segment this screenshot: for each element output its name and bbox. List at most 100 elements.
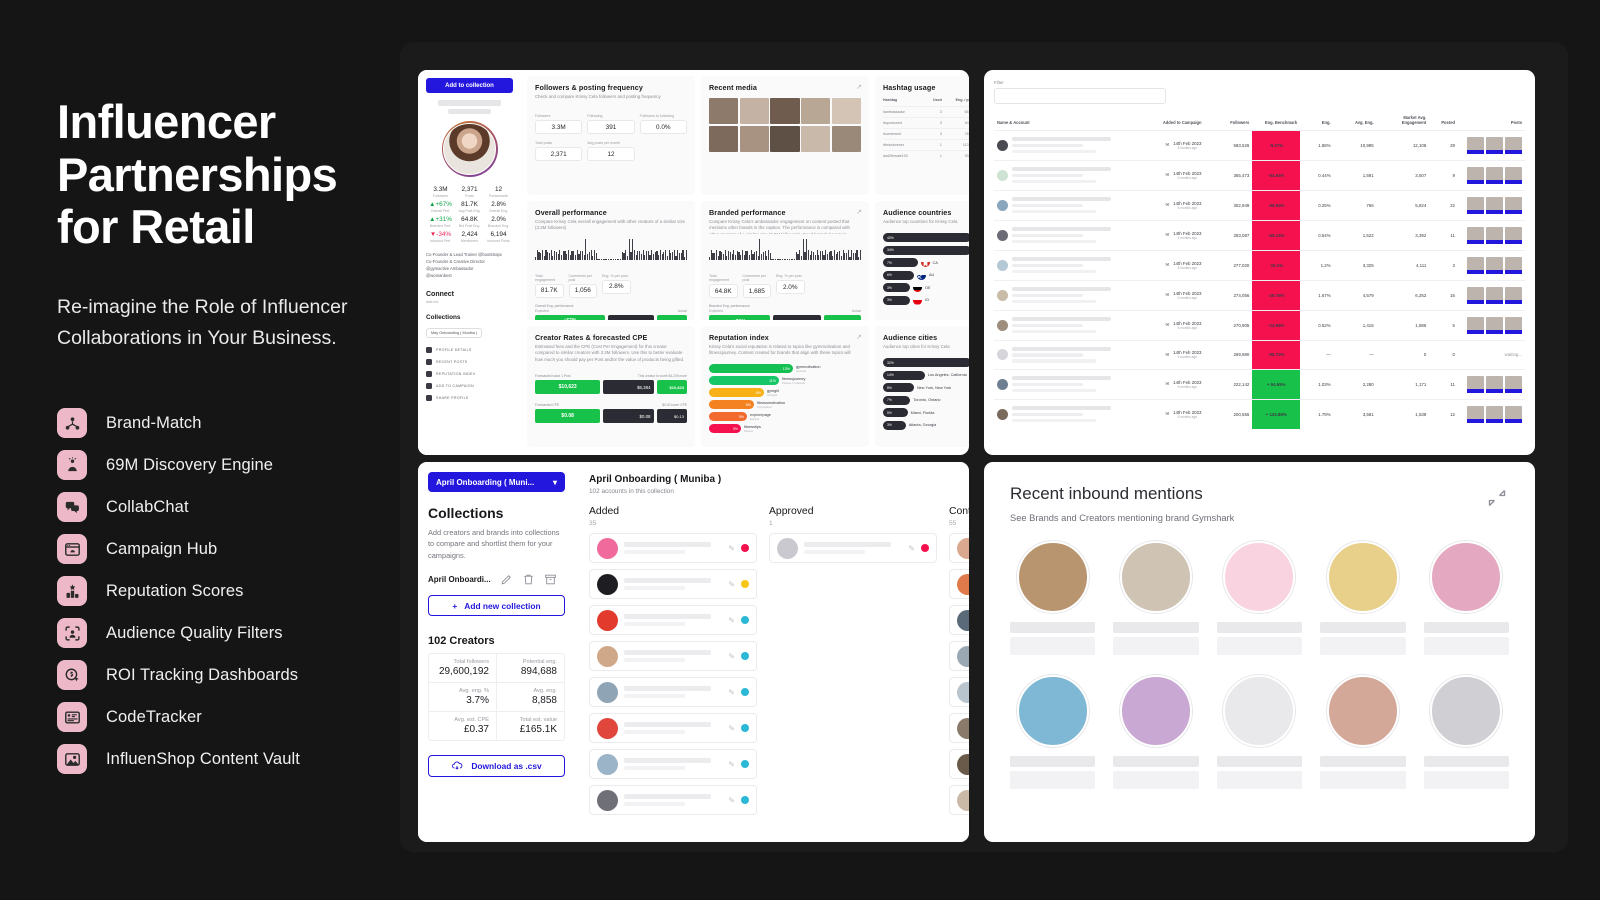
mail-icon[interactable]: ✉: [1165, 411, 1169, 417]
mail-icon[interactable]: ✉: [1165, 352, 1169, 358]
add-to-collection-button[interactable]: Add to collection: [426, 78, 513, 93]
pencil-icon[interactable]: ✎: [908, 544, 915, 553]
posts-cell[interactable]: [1457, 189, 1525, 221]
table-row[interactable]: ✉ 14th Feb 2023 6 months ago 583,526 -9.27% 1…: [994, 129, 1525, 161]
mail-icon[interactable]: ✉: [1165, 202, 1169, 208]
table-row[interactable]: ✉ 14th Feb 2023 6 months ago 283,087 -55.14%…: [994, 219, 1525, 251]
list-item[interactable]: ✎: [589, 605, 757, 635]
table-col-header[interactable]: Followers: [1205, 115, 1253, 131]
list-item[interactable]: ✎: [589, 641, 757, 671]
list-item[interactable]: ✎: [949, 677, 969, 707]
profile-menu-item[interactable]: ADD TO CAMPAIGN: [426, 382, 513, 389]
mention-item[interactable]: [1216, 541, 1303, 655]
table-col-header[interactable]: Name & Account: [994, 115, 1142, 131]
profile-menu-item[interactable]: SHARE PROFILE: [426, 394, 513, 401]
table-row[interactable]: #brandowner1113.4K: [883, 139, 969, 151]
table-col-header[interactable]: Posted: [1429, 115, 1458, 131]
name-account-cell[interactable]: [994, 249, 1143, 281]
media-thumbnail[interactable]: [801, 98, 831, 124]
mail-icon[interactable]: ✉: [1165, 142, 1169, 148]
avatar[interactable]: [1326, 675, 1399, 747]
list-item[interactable]: ✎: [589, 749, 757, 779]
feature-item-roi-tracking-dashboards[interactable]: ROI Tracking Dashboards: [57, 654, 397, 696]
mail-icon[interactable]: ✉: [1165, 381, 1169, 387]
avatar[interactable]: [1223, 675, 1296, 747]
avatar[interactable]: [1016, 675, 1089, 747]
media-thumbnail[interactable]: [770, 125, 800, 152]
table-row[interactable]: ✉ 14th Feb 2023 6 months ago 200,555 + 132.8…: [994, 398, 1525, 429]
table-row[interactable]: #sponsored340.1K: [883, 117, 969, 129]
list-item[interactable]: ✎: [949, 533, 969, 563]
avatar[interactable]: [1223, 541, 1296, 613]
mention-item[interactable]: [1423, 541, 1509, 655]
trash-icon[interactable]: [522, 573, 535, 586]
media-thumbnail[interactable]: [739, 125, 769, 152]
media-thumbnail[interactable]: [709, 98, 739, 124]
list-item[interactable]: ✎: [949, 569, 969, 599]
pencil-icon[interactable]: ✎: [728, 580, 735, 589]
name-account-cell[interactable]: [994, 309, 1143, 341]
mention-item[interactable]: [1423, 675, 1509, 789]
list-item[interactable]: ✎: [949, 605, 969, 635]
add-new-collection-button[interactable]: + Add new collection: [428, 595, 565, 617]
table-col-header[interactable]: Eng. Benchmark: [1252, 115, 1300, 131]
pencil-icon[interactable]: ✎: [728, 616, 735, 625]
table-col-header[interactable]: Avg. Eng.: [1334, 115, 1377, 131]
expand-icon[interactable]: ↗: [856, 83, 862, 91]
list-item[interactable]: ✎: [589, 785, 757, 815]
name-account-cell[interactable]: [994, 219, 1143, 251]
table-row[interactable]: ✉ 14th Feb 2023 6 months ago 302,949 -86.84%…: [994, 189, 1525, 221]
table-row[interactable]: ✉ 14th Feb 2023 6 months ago 365,473 -54.64%…: [994, 159, 1525, 191]
list-item[interactable]: ✎: [589, 533, 757, 563]
archive-icon[interactable]: [544, 573, 557, 586]
name-account-cell[interactable]: [994, 129, 1143, 161]
list-item[interactable]: ✎: [949, 641, 969, 671]
posts-cell[interactable]: [1457, 368, 1525, 399]
posts-cell[interactable]: [1457, 309, 1525, 341]
pencil-icon[interactable]: ✎: [728, 544, 735, 553]
expand-icon[interactable]: [1487, 488, 1507, 508]
mention-item[interactable]: [1216, 675, 1303, 789]
profile-menu-item[interactable]: RECENT POSTS: [426, 358, 513, 365]
list-item[interactable]: ✎: [949, 749, 969, 779]
feature-item-collabchat[interactable]: CollabChat: [57, 486, 397, 528]
feature-item-brand-match[interactable]: Brand-Match: [57, 402, 397, 444]
mail-icon[interactable]: ✉: [1165, 292, 1169, 298]
feature-item-reputation-scores[interactable]: Reputation Scores: [57, 570, 397, 612]
post-thumbs[interactable]: [1461, 256, 1522, 274]
posts-cell[interactable]: [1457, 129, 1525, 161]
collection-chip[interactable]: May Onboarding ( Muniba ): [426, 327, 483, 338]
table-row[interactable]: ✉ 14th Feb 2023 6 months ago 222,142 + 94.65…: [994, 368, 1525, 399]
avatar[interactable]: [1016, 541, 1089, 613]
media-thumbnail[interactable]: [709, 125, 739, 152]
media-thumbnail[interactable]: [801, 125, 831, 152]
feature-item-audience-quality-filters[interactable]: Audience Quality Filters: [57, 612, 397, 654]
media-thumbnail[interactable]: [739, 98, 769, 124]
table-row[interactable]: ✉ 14th Feb 2023 6 months ago 274,056 -26.75%…: [994, 279, 1525, 311]
mention-item[interactable]: [1320, 541, 1406, 655]
pencil-icon[interactable]: ✎: [728, 796, 735, 805]
feature-item-codetracker[interactable]: CodeTracker: [57, 696, 397, 738]
name-account-cell[interactable]: [994, 189, 1143, 221]
post-thumbs[interactable]: [1461, 166, 1522, 184]
media-thumbnail[interactable]: [831, 125, 861, 152]
name-account-cell[interactable]: [994, 159, 1143, 191]
mail-icon[interactable]: ✉: [1165, 322, 1169, 328]
mention-item[interactable]: [1010, 541, 1096, 655]
post-thumbs[interactable]: [1461, 136, 1522, 154]
expand-icon[interactable]: ↗: [856, 333, 862, 341]
posts-cell[interactable]: waiting...: [1457, 339, 1525, 369]
avatar[interactable]: [1430, 675, 1503, 747]
mention-item[interactable]: [1113, 675, 1199, 789]
feature-item-influenshop-content-vault[interactable]: InfluenShop Content Vault: [57, 738, 397, 780]
mail-icon[interactable]: ✉: [1165, 172, 1169, 178]
table-col-header[interactable]: Market Avg. Engagement: [1377, 115, 1430, 131]
posts-cell[interactable]: [1457, 398, 1525, 429]
list-item[interactable]: ✎: [589, 677, 757, 707]
post-thumbs[interactable]: [1461, 375, 1522, 393]
post-thumbs[interactable]: [1461, 196, 1522, 214]
avatar[interactable]: [1120, 541, 1193, 613]
table-row[interactable]: ✉ 14th Feb 2023 6 months ago 277,020 -19.1% 1…: [994, 249, 1525, 281]
posts-cell[interactable]: [1457, 249, 1525, 281]
avatar[interactable]: [1430, 541, 1503, 613]
